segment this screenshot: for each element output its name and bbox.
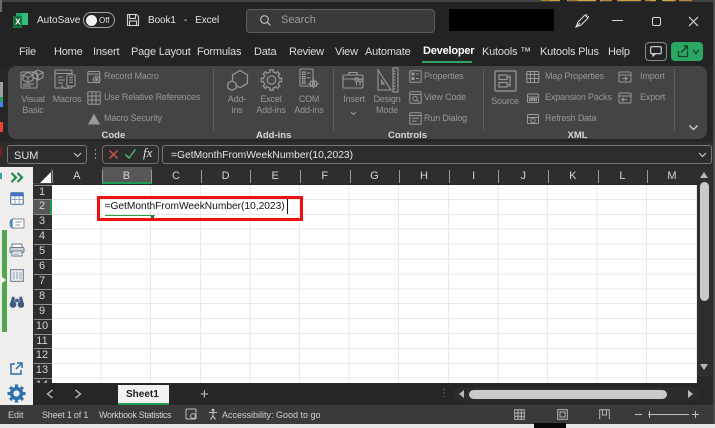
svg-text:X: X [15,17,21,27]
